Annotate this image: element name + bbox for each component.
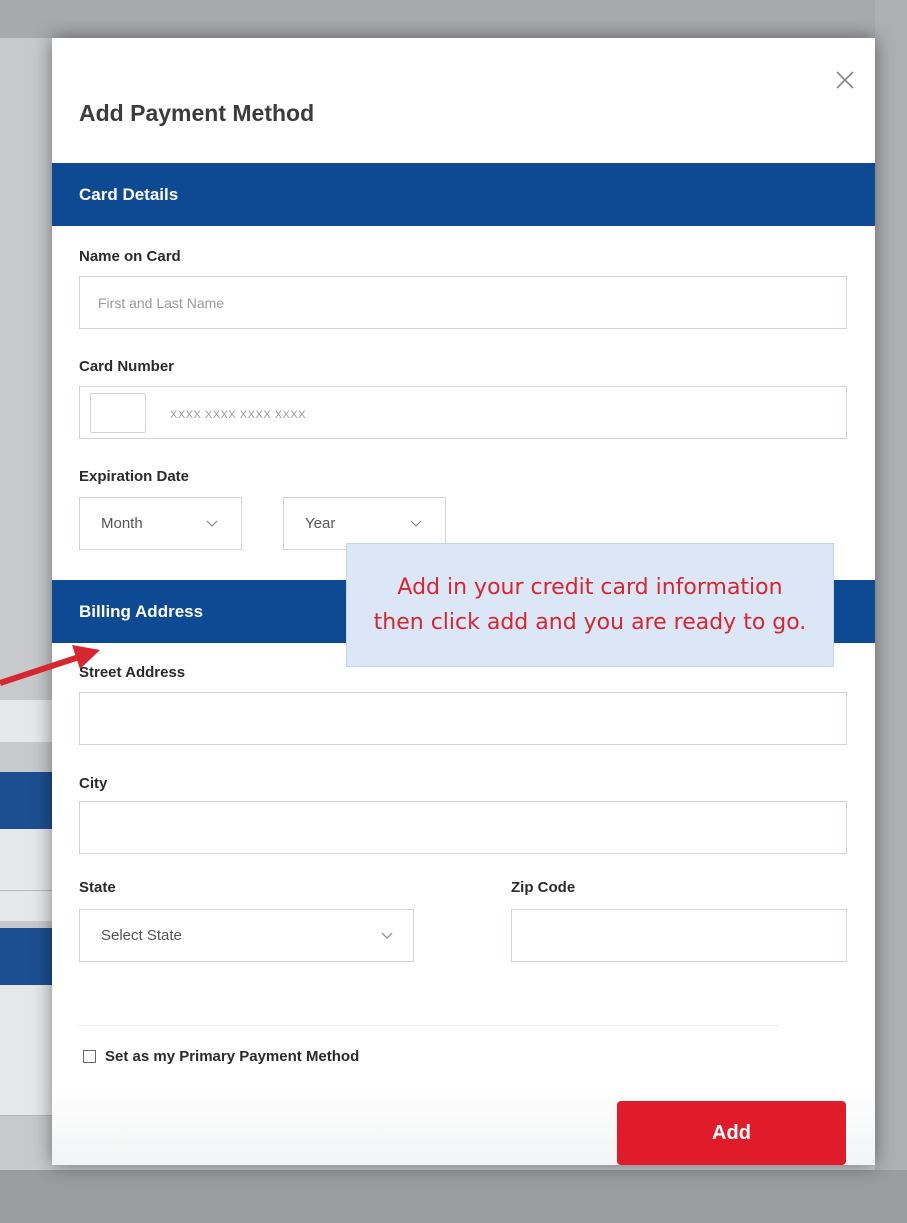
backdrop-row bbox=[0, 700, 52, 742]
instruction-callout: Add in your credit card information then… bbox=[346, 543, 834, 667]
card-details-header: Card Details bbox=[52, 163, 875, 226]
card-type-icon bbox=[90, 393, 146, 433]
close-icon bbox=[836, 71, 854, 89]
primary-payment-checkbox[interactable] bbox=[83, 1050, 96, 1063]
state-select[interactable]: Select State bbox=[79, 909, 414, 962]
card-number-input[interactable] bbox=[79, 386, 847, 439]
street-address-input[interactable] bbox=[79, 692, 847, 745]
backdrop-right-edge bbox=[875, 0, 907, 1223]
primary-payment-label: Set as my Primary Payment Method bbox=[105, 1048, 360, 1065]
backdrop-blue-band bbox=[0, 928, 52, 985]
month-select-value: Month bbox=[101, 515, 143, 532]
state-label: State bbox=[79, 879, 116, 896]
callout-text: Add in your credit card information then… bbox=[373, 575, 807, 635]
city-label: City bbox=[79, 775, 108, 792]
billing-address-title: Billing Address bbox=[79, 602, 204, 621]
close-button[interactable] bbox=[828, 63, 862, 97]
backdrop-bottom-band bbox=[0, 1170, 907, 1223]
backdrop-row bbox=[0, 985, 52, 1115]
zip-code-label: Zip Code bbox=[511, 879, 576, 896]
card-number-label: Card Number bbox=[79, 358, 175, 375]
name-on-card-label: Name on Card bbox=[79, 248, 181, 265]
card-details-title: Card Details bbox=[79, 185, 179, 204]
backdrop-divider bbox=[0, 890, 52, 891]
city-input[interactable] bbox=[79, 801, 847, 854]
state-select-value: Select State bbox=[101, 927, 182, 944]
expiration-date-label: Expiration Date bbox=[79, 468, 190, 485]
backdrop-top-band bbox=[0, 0, 907, 38]
chevron-down-icon bbox=[206, 520, 218, 527]
backdrop-row bbox=[0, 829, 52, 921]
street-address-label: Street Address bbox=[79, 664, 186, 681]
chevron-down-icon bbox=[410, 520, 422, 527]
form-divider bbox=[79, 1025, 779, 1026]
modal-title: Add Payment Method bbox=[79, 100, 315, 126]
backdrop-blue-band bbox=[0, 772, 52, 829]
zip-code-input[interactable] bbox=[511, 909, 847, 962]
name-on-card-input[interactable] bbox=[79, 276, 847, 329]
chevron-down-icon bbox=[381, 932, 393, 939]
add-button[interactable]: Add bbox=[617, 1101, 846, 1165]
month-select[interactable]: Month bbox=[79, 497, 242, 550]
backdrop-divider bbox=[0, 1115, 52, 1116]
year-select-value: Year bbox=[305, 515, 336, 532]
